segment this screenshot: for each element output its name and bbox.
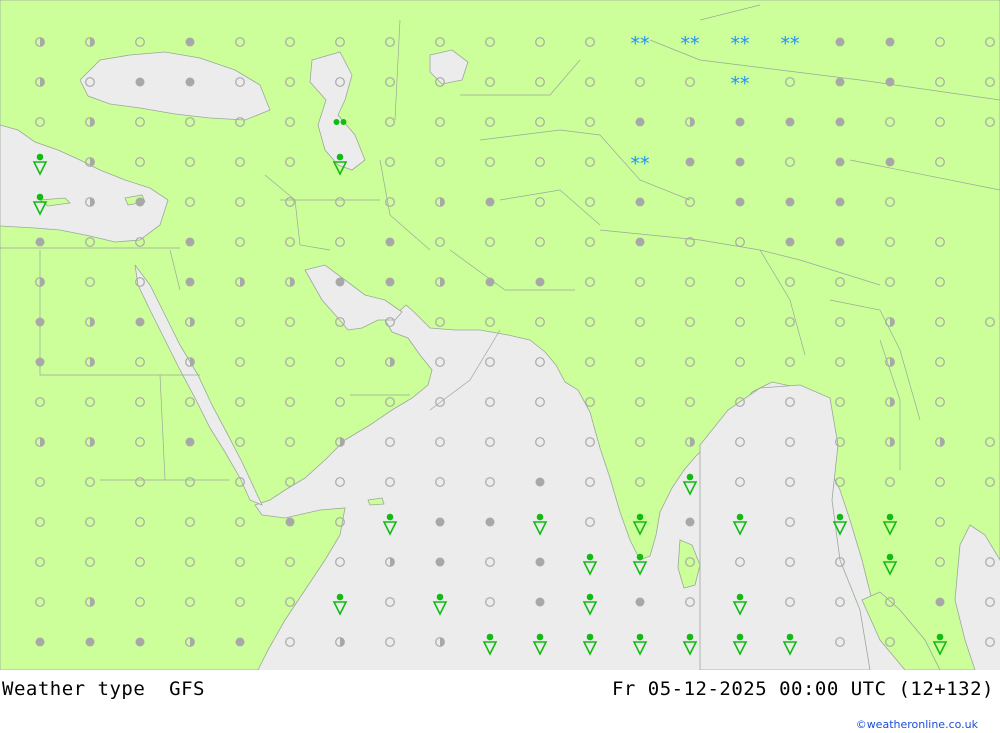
filled-circle-icon [835, 37, 845, 47]
filled-circle-icon [785, 197, 795, 207]
filled-circle-icon [435, 557, 445, 567]
filled-circle-icon [385, 237, 395, 247]
footer-bar: Weather type GFS Fr 05-12-2025 00:00 UTC… [0, 670, 1000, 733]
filled-circle-icon [485, 517, 495, 527]
filled-circle-icon [635, 597, 645, 607]
filled-circle-icon [35, 237, 45, 247]
filled-circle-icon [85, 637, 95, 647]
filled-circle-icon [185, 237, 195, 247]
filled-circle-icon [835, 197, 845, 207]
svg-text:**: ** [781, 33, 800, 55]
filled-circle-icon [635, 237, 645, 247]
filled-circle-icon [485, 197, 495, 207]
snow-icon: ** [631, 33, 650, 55]
svg-text:**: ** [631, 33, 650, 55]
filled-circle-icon [835, 157, 845, 167]
filled-circle-icon [135, 197, 145, 207]
filled-circle-icon [535, 477, 545, 487]
svg-text:**: ** [631, 153, 650, 175]
filled-circle-icon [785, 237, 795, 247]
filled-circle-icon [335, 277, 345, 287]
filled-circle-icon [535, 277, 545, 287]
filled-circle-icon [735, 197, 745, 207]
filled-circle-icon [635, 117, 645, 127]
filled-circle-icon [185, 277, 195, 287]
filled-circle-icon [735, 117, 745, 127]
svg-text:**: ** [681, 33, 700, 55]
snow-icon: ** [731, 33, 750, 55]
filled-circle-icon [135, 77, 145, 87]
filled-circle-icon [135, 637, 145, 647]
product-title: Weather type GFS [2, 678, 205, 700]
filled-circle-icon [185, 37, 195, 47]
filled-circle-icon [685, 157, 695, 167]
filled-circle-icon [35, 637, 45, 647]
filled-circle-icon [835, 117, 845, 127]
filled-circle-icon [185, 437, 195, 447]
filled-circle-icon [435, 517, 445, 527]
svg-text:**: ** [731, 33, 750, 55]
snow-icon: ** [631, 153, 650, 175]
filled-circle-icon [785, 117, 795, 127]
snow-icon: ** [681, 33, 700, 55]
map-viewport: ** ** ** ** ** ** [0, 0, 1000, 670]
filled-circle-icon [835, 237, 845, 247]
snow-icon: ** [731, 73, 750, 95]
filled-circle-icon [835, 77, 845, 87]
filled-circle-icon [35, 317, 45, 327]
credit-link[interactable]: ©weatheronline.co.uk [856, 718, 978, 731]
filled-circle-icon [535, 597, 545, 607]
filled-circle-icon [35, 357, 45, 367]
filled-circle-icon [885, 77, 895, 87]
filled-circle-icon [235, 637, 245, 647]
filled-circle-icon [735, 157, 745, 167]
filled-circle-icon [285, 517, 295, 527]
filled-circle-icon [185, 77, 195, 87]
filled-circle-icon [135, 317, 145, 327]
filled-circle-icon [885, 37, 895, 47]
filled-circle-icon [685, 517, 695, 527]
snow-icon: ** [781, 33, 800, 55]
filled-circle-icon [535, 557, 545, 567]
weather-map: ** ** ** ** ** ** [0, 0, 1000, 670]
filled-circle-icon [485, 277, 495, 287]
filled-circle-icon [885, 157, 895, 167]
filled-circle-icon [385, 277, 395, 287]
filled-circle-icon [935, 597, 945, 607]
filled-circle-icon [635, 197, 645, 207]
valid-time: Fr 05-12-2025 00:00 UTC (12+132) [611, 678, 994, 700]
svg-text:**: ** [731, 73, 750, 95]
